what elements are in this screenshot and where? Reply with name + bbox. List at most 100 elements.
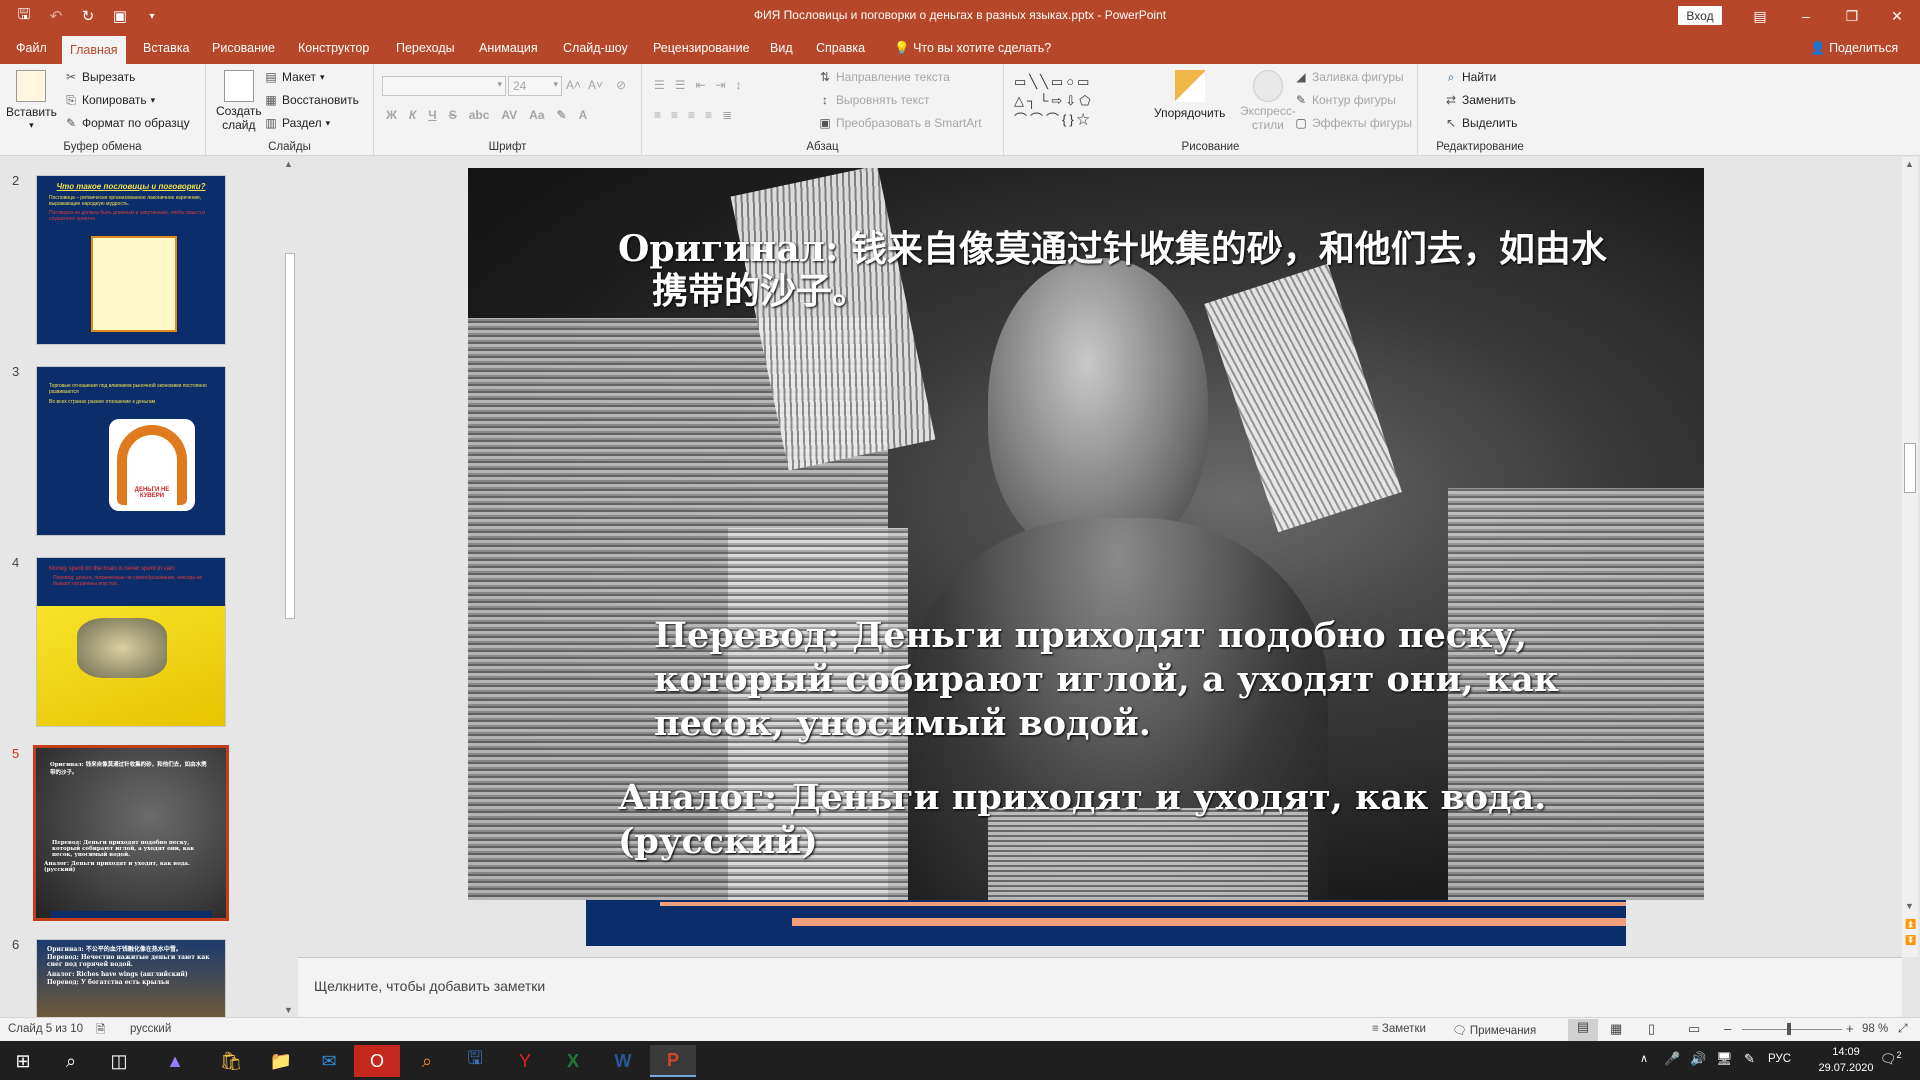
- strikethrough-icon[interactable]: abc: [469, 108, 490, 122]
- shadow-icon[interactable]: S: [449, 108, 457, 122]
- pen-workspace-icon[interactable]: ✎: [1744, 1051, 1755, 1067]
- tab-insert[interactable]: Вставка: [135, 32, 197, 64]
- microphone-icon[interactable]: 🎤: [1664, 1051, 1680, 1067]
- close-icon[interactable]: ✕: [1874, 0, 1920, 32]
- copy-button[interactable]: ⎘ Копировать ▾: [64, 93, 155, 107]
- slide-thumbnail-2[interactable]: Что такое пословицы и поговорки? Послови…: [36, 175, 226, 345]
- thumbnail-scrollbar[interactable]: ▲ ▼: [282, 157, 298, 1017]
- tab-help[interactable]: Справка: [808, 32, 873, 64]
- file-explorer-icon[interactable]: 📁: [258, 1045, 304, 1077]
- shape-effects-button[interactable]: ▢ Эффекты фигуры: [1294, 116, 1412, 130]
- slide-original-text[interactable]: Оригинал: 钱来自像莫通过针收集的砂，和他们去，如由水携带的沙子。: [618, 228, 1628, 312]
- scroll-up-icon[interactable]: ▲: [1905, 159, 1914, 169]
- italic-icon[interactable]: К: [409, 108, 416, 122]
- restore-icon[interactable]: ❐: [1829, 0, 1875, 32]
- powerpoint-icon[interactable]: P: [650, 1045, 696, 1077]
- tab-draw[interactable]: Рисование: [204, 32, 283, 64]
- shapes-gallery[interactable]: ▭╲╲▭○▭ △┐└⇨⇩⬠ ⌒⌒⌒{}☆: [1014, 72, 1142, 132]
- align-text-button[interactable]: ↕ Выровнять текст: [818, 93, 929, 107]
- shape-fill-button[interactable]: ◢ Заливка фигуры: [1294, 70, 1403, 84]
- slide-translation-text[interactable]: Перевод: Деньги приходят подобно песку, …: [654, 614, 1628, 746]
- network-icon[interactable]: 🖥: [1716, 1051, 1733, 1067]
- cortana-icon[interactable]: ▲: [152, 1045, 198, 1077]
- word-icon[interactable]: W: [600, 1045, 646, 1077]
- text-direction-button[interactable]: ⇅ Направление текста: [818, 70, 950, 84]
- customize-qat-icon[interactable]: ▾: [138, 2, 166, 30]
- task-view-icon[interactable]: ◫: [96, 1045, 142, 1077]
- tab-animations[interactable]: Анимация: [471, 32, 546, 64]
- zoom-level[interactable]: 98 %: [1862, 1023, 1888, 1035]
- slide-sorter-icon[interactable]: ▦: [1610, 1021, 1622, 1037]
- mail-icon[interactable]: ✉: [306, 1045, 352, 1077]
- replace-button[interactable]: ⇄ Заменить: [1444, 93, 1516, 107]
- share-button[interactable]: 👤 Поделиться: [1802, 32, 1906, 64]
- shape-outline-button[interactable]: ✎ Контур фигуры: [1294, 93, 1396, 107]
- thumbnail-scroll-thumb[interactable]: [285, 253, 295, 619]
- windows-start-icon[interactable]: ⊞: [0, 1045, 46, 1077]
- increase-indent-icon[interactable]: ⇥: [716, 78, 726, 92]
- ribbon-display-options-icon[interactable]: ▤: [1737, 0, 1783, 32]
- next-slide-icon[interactable]: ⏬: [1905, 935, 1916, 946]
- scroll-down-icon[interactable]: ▼: [1905, 901, 1914, 911]
- search-app-icon[interactable]: ⌕: [404, 1045, 450, 1077]
- zoom-slider-thumb[interactable]: [1787, 1023, 1791, 1035]
- slide-thumbnail-4[interactable]: Money spent on the brain is never spent …: [36, 557, 226, 727]
- columns-icon[interactable]: ≣: [722, 108, 732, 122]
- grow-font-button[interactable]: A˄: [566, 78, 581, 92]
- zoom-slider[interactable]: [1742, 1023, 1842, 1035]
- arrange-button[interactable]: Упорядочить: [1154, 70, 1225, 120]
- select-button[interactable]: ↖ Выделить: [1444, 116, 1517, 130]
- notes-toggle-button[interactable]: ≡ Заметки: [1372, 1023, 1426, 1035]
- slideshow-view-icon[interactable]: ▭: [1688, 1021, 1700, 1037]
- tab-slideshow[interactable]: Слайд-шоу: [555, 32, 636, 64]
- bullets-icon[interactable]: ☰: [654, 78, 665, 92]
- tab-review[interactable]: Рецензирование: [645, 32, 758, 64]
- language-indicator[interactable]: русский: [130, 1023, 171, 1035]
- current-slide[interactable]: Оригинал: 钱来自像莫通过针收集的砂，和他们去，如由水携带的沙子。 Пе…: [468, 168, 1704, 946]
- store-icon[interactable]: 🛍: [208, 1045, 254, 1077]
- format-painter-button[interactable]: ✎ Формат по образцу: [64, 116, 190, 130]
- font-name-combo[interactable]: ▾: [382, 76, 506, 96]
- search-icon[interactable]: ⌕: [48, 1045, 94, 1077]
- start-slideshow-icon[interactable]: ▣: [106, 2, 134, 30]
- tab-transitions[interactable]: Переходы: [388, 32, 463, 64]
- tab-view[interactable]: Вид: [762, 32, 801, 64]
- slide-scroll-thumb[interactable]: [1904, 443, 1916, 493]
- new-slide-button[interactable]: Создать слайд: [216, 70, 262, 132]
- normal-view-icon[interactable]: ▤: [1568, 1019, 1598, 1041]
- cut-button[interactable]: ✂ Вырезать: [64, 70, 135, 84]
- scroll-up-icon[interactable]: ▲: [284, 159, 293, 169]
- volume-icon[interactable]: 🔊: [1690, 1051, 1706, 1067]
- quick-styles-button[interactable]: Экспресс- стили: [1240, 70, 1296, 132]
- undo-icon[interactable]: ↶: [42, 2, 70, 30]
- scroll-down-icon[interactable]: ▼: [284, 1005, 293, 1015]
- line-spacing-icon[interactable]: ↕: [736, 78, 742, 92]
- slide-thumbnail-6[interactable]: Оригинал: 不公平的血汗钱融化像在热水中雪。 Перевод: Нече…: [36, 939, 226, 1017]
- justify-icon[interactable]: ≡: [705, 108, 712, 122]
- paste-button[interactable]: Вставить ▾: [6, 70, 57, 131]
- tab-design[interactable]: Конструктор: [290, 32, 377, 64]
- slide-analog-text[interactable]: Аналог: Деньги приходят и уходят, как во…: [618, 776, 1628, 864]
- decrease-indent-icon[interactable]: ⇤: [696, 78, 706, 92]
- previous-slide-icon[interactable]: ⏫: [1905, 919, 1916, 930]
- excel-icon[interactable]: X: [550, 1045, 596, 1077]
- notes-pane[interactable]: Щелкните, чтобы добавить заметки: [298, 957, 1902, 1017]
- action-center-icon[interactable]: 🗨2: [1880, 1050, 1902, 1067]
- font-color-icon[interactable]: A: [579, 108, 588, 122]
- font-size-combo[interactable]: 24 ▾: [508, 76, 562, 96]
- bold-icon[interactable]: Ж: [386, 108, 397, 122]
- minimize-icon[interactable]: –: [1783, 0, 1829, 32]
- opera-icon[interactable]: O: [354, 1045, 400, 1077]
- comments-button[interactable]: 🗨 Примечания: [1452, 1023, 1536, 1037]
- fit-to-window-icon[interactable]: ⤢: [1898, 1021, 1908, 1036]
- spellcheck-icon[interactable]: 🗎: [96, 1022, 105, 1041]
- reading-view-icon[interactable]: ▯: [1648, 1021, 1655, 1037]
- tell-me-search[interactable]: 💡 Что вы хотите сделать?: [886, 32, 1059, 64]
- slide-thumbnail-5[interactable]: Оригинал: 钱来自像莫通过针收集的砂，和他们去，如由水携带的沙子。 Пе…: [33, 745, 229, 921]
- find-button[interactable]: ⌕ Найти: [1444, 70, 1497, 84]
- signin-button[interactable]: Вход: [1678, 6, 1722, 25]
- layout-button[interactable]: ▤ Макет ▾: [264, 70, 324, 84]
- shrink-font-button[interactable]: A˅: [588, 78, 603, 92]
- numbering-icon[interactable]: ☰: [675, 78, 686, 92]
- align-right-icon[interactable]: ≡: [688, 108, 695, 122]
